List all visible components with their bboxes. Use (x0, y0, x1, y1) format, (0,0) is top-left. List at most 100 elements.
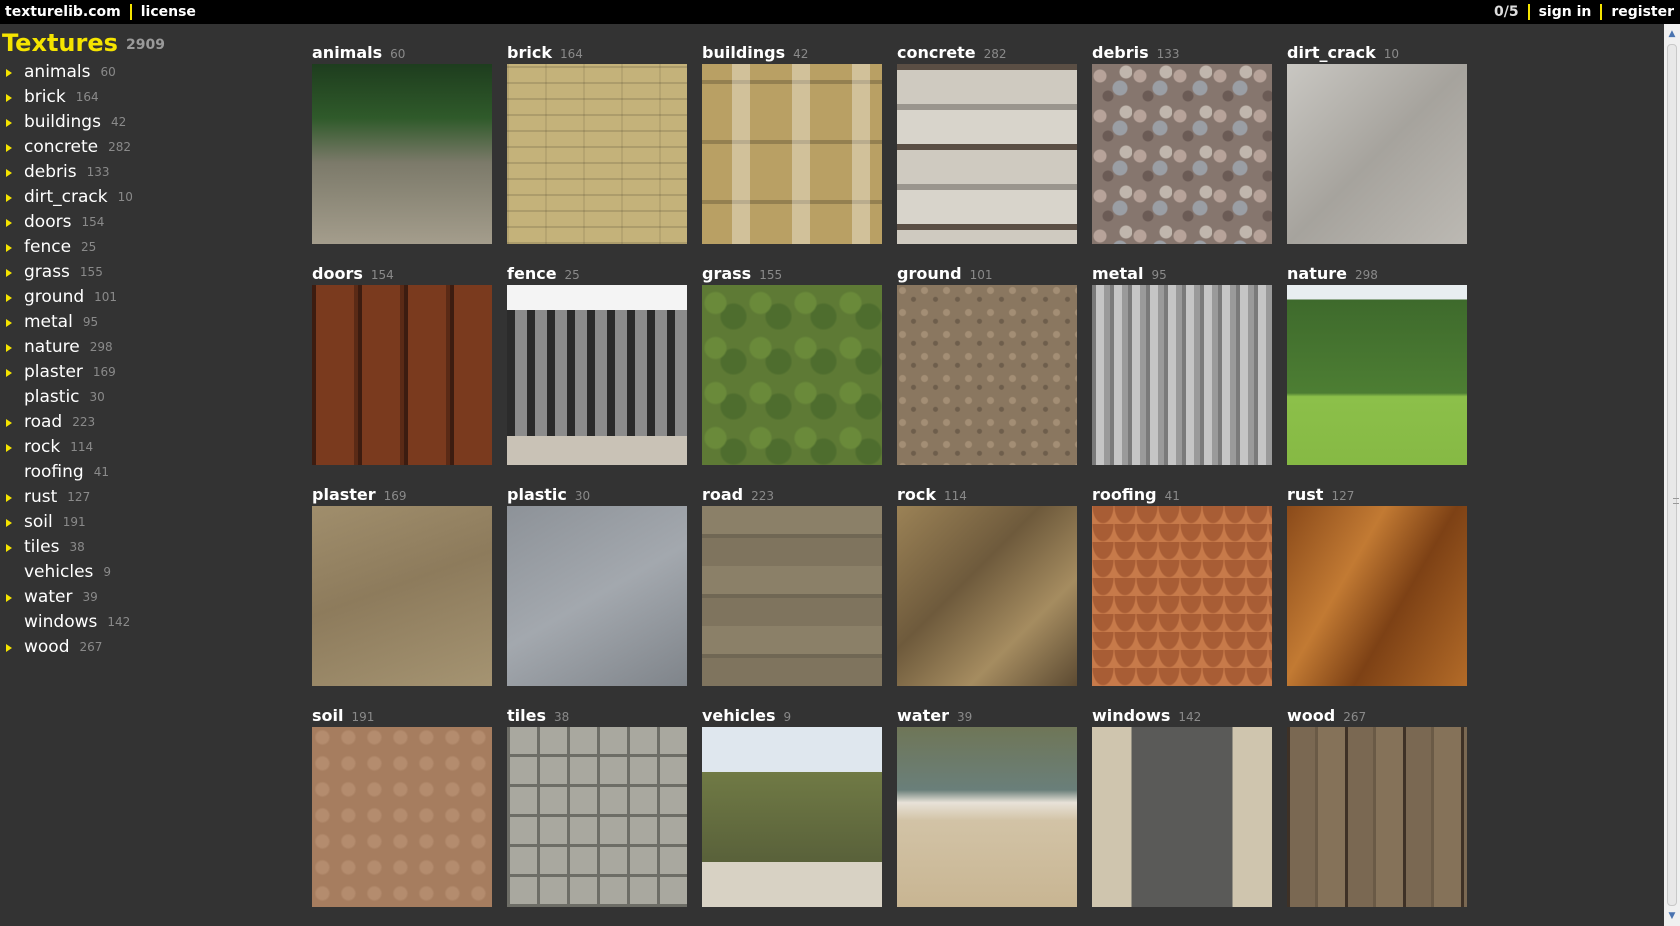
texture-thumbnail[interactable] (1287, 506, 1467, 686)
tile-label[interactable]: ground 101 (897, 263, 992, 285)
sidebar-item-label[interactable]: metal 95 (24, 310, 98, 335)
tile-label[interactable]: metal 95 (1092, 263, 1167, 285)
expand-arrow-icon[interactable] (6, 494, 12, 502)
texture-thumbnail[interactable] (1287, 727, 1467, 907)
texture-tile-nature[interactable]: nature 298 (1287, 263, 1467, 478)
sidebar-item-concrete[interactable]: concrete 282 (0, 135, 300, 160)
sidebar-item-roofing[interactable]: roofing 41 (0, 460, 300, 485)
texture-tile-animals[interactable]: animals 60 (312, 42, 492, 257)
tile-name[interactable]: animals (312, 43, 382, 62)
sidebar-item-label[interactable]: buildings 42 (24, 110, 126, 135)
tile-name[interactable]: plastic (507, 485, 567, 504)
sidebar-item-label[interactable]: rust 127 (24, 485, 90, 510)
tile-name[interactable]: dirt_crack (1287, 43, 1376, 62)
tile-name[interactable]: fence (507, 264, 557, 283)
sidebar-item-label[interactable]: animals 60 (24, 60, 116, 85)
sign-in-link[interactable]: sign in (1539, 4, 1592, 20)
texture-tile-grass[interactable]: grass 155 (702, 263, 882, 478)
texture-thumbnail[interactable] (507, 285, 687, 465)
expand-arrow-icon[interactable] (6, 544, 12, 552)
expand-arrow-icon[interactable] (6, 369, 12, 377)
tile-name[interactable]: tiles (507, 706, 546, 725)
sidebar-item-water[interactable]: water 39 (0, 585, 300, 610)
sidebar-item-label[interactable]: roofing 41 (24, 460, 109, 485)
texture-thumbnail[interactable] (1287, 285, 1467, 465)
texture-tile-fence[interactable]: fence 25 (507, 263, 687, 478)
texture-tile-tiles[interactable]: tiles 38 (507, 705, 687, 920)
sidebar-item-label[interactable]: wood 267 (24, 635, 102, 660)
sidebar-item-tiles[interactable]: tiles 38 (0, 535, 300, 560)
tile-name[interactable]: windows (1092, 706, 1170, 725)
texture-tile-ground[interactable]: ground 101 (897, 263, 1077, 478)
tile-label[interactable]: water 39 (897, 705, 972, 727)
texture-tile-water[interactable]: water 39 (897, 705, 1077, 920)
tile-label[interactable]: road 223 (702, 484, 774, 506)
tile-label[interactable]: grass 155 (702, 263, 782, 285)
texture-tile-rock[interactable]: rock 114 (897, 484, 1077, 699)
texture-thumbnail[interactable] (312, 285, 492, 465)
sidebar-item-label[interactable]: soil 191 (24, 510, 86, 535)
texture-tile-debris[interactable]: debris 133 (1092, 42, 1272, 257)
expand-arrow-icon[interactable] (6, 594, 12, 602)
expand-arrow-icon[interactable] (6, 344, 12, 352)
scrollbar-grip-icon[interactable] (1673, 498, 1679, 504)
texture-thumbnail[interactable] (312, 727, 492, 907)
tile-label[interactable]: vehicles 9 (702, 705, 791, 727)
texture-thumbnail[interactable] (897, 727, 1077, 907)
tile-name[interactable]: plaster (312, 485, 376, 504)
sidebar-item-label[interactable]: vehicles 9 (24, 560, 111, 585)
texture-thumbnail[interactable] (897, 506, 1077, 686)
sidebar-item-debris[interactable]: debris 133 (0, 160, 300, 185)
texture-tile-buildings[interactable]: buildings 42 (702, 42, 882, 257)
sidebar-item-label[interactable]: brick 164 (24, 85, 99, 110)
expand-arrow-icon[interactable] (6, 219, 12, 227)
sidebar-item-label[interactable]: road 223 (24, 410, 95, 435)
scroll-up-arrow-icon[interactable]: ▲ (1664, 26, 1680, 42)
sidebar-item-fence[interactable]: fence 25 (0, 235, 300, 260)
tile-label[interactable]: animals 60 (312, 42, 405, 64)
tile-label[interactable]: nature 298 (1287, 263, 1378, 285)
texture-tile-road[interactable]: road 223 (702, 484, 882, 699)
expand-arrow-icon[interactable] (6, 244, 12, 252)
expand-arrow-icon[interactable] (6, 519, 12, 527)
sidebar-item-label[interactable]: fence 25 (24, 235, 96, 260)
expand-arrow-icon[interactable] (6, 419, 12, 427)
vertical-scrollbar[interactable]: ▲ ▼ (1664, 24, 1680, 926)
tile-name[interactable]: wood (1287, 706, 1335, 725)
expand-arrow-icon[interactable] (6, 644, 12, 652)
texture-tile-metal[interactable]: metal 95 (1092, 263, 1272, 478)
tile-label[interactable]: windows 142 (1092, 705, 1201, 727)
sidebar-item-label[interactable]: windows 142 (24, 610, 130, 635)
license-link[interactable]: license (141, 4, 196, 20)
sidebar-title[interactable]: Textures (2, 29, 118, 57)
texture-thumbnail[interactable] (702, 64, 882, 244)
sidebar-item-label[interactable]: tiles 38 (24, 535, 85, 560)
texture-thumbnail[interactable] (507, 727, 687, 907)
tile-label[interactable]: fence 25 (507, 263, 580, 285)
texture-tile-windows[interactable]: windows 142 (1092, 705, 1272, 920)
expand-arrow-icon[interactable] (6, 269, 12, 277)
sidebar-item-dirt_crack[interactable]: dirt_crack 10 (0, 185, 300, 210)
sidebar-item-label[interactable]: debris 133 (24, 160, 110, 185)
tile-name[interactable]: grass (702, 264, 751, 283)
sidebar-item-wood[interactable]: wood 267 (0, 635, 300, 660)
sidebar-item-label[interactable]: doors 154 (24, 210, 104, 235)
tile-label[interactable]: rust 127 (1287, 484, 1354, 506)
texture-tile-wood[interactable]: wood 267 (1287, 705, 1467, 920)
texture-tile-plastic[interactable]: plastic 30 (507, 484, 687, 699)
tile-name[interactable]: water (897, 706, 949, 725)
sidebar-item-vehicles[interactable]: vehicles 9 (0, 560, 300, 585)
sidebar-item-nature[interactable]: nature 298 (0, 335, 300, 360)
texture-thumbnail[interactable] (897, 64, 1077, 244)
texture-thumbnail[interactable] (507, 64, 687, 244)
site-home-link[interactable]: texturelib.com (5, 4, 121, 20)
sidebar-item-buildings[interactable]: buildings 42 (0, 110, 300, 135)
texture-thumbnail[interactable] (507, 506, 687, 686)
tile-label[interactable]: debris 133 (1092, 42, 1180, 64)
texture-tile-rust[interactable]: rust 127 (1287, 484, 1467, 699)
texture-tile-concrete[interactable]: concrete 282 (897, 42, 1077, 257)
sidebar-item-label[interactable]: plastic 30 (24, 385, 105, 410)
texture-thumbnail[interactable] (702, 506, 882, 686)
texture-tile-vehicles[interactable]: vehicles 9 (702, 705, 882, 920)
texture-thumbnail[interactable] (1092, 727, 1272, 907)
